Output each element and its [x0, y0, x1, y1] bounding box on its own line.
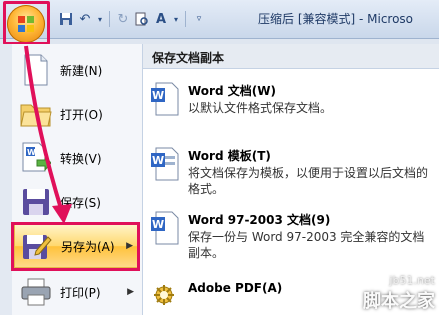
- save-copy-title: 保存文档副本: [152, 51, 225, 65]
- word-template-icon: W: [151, 147, 179, 181]
- toolbar-separator: [185, 11, 186, 27]
- dropdown-icon[interactable]: ▾: [96, 11, 104, 27]
- customize-icon[interactable]: ▾: [172, 11, 180, 27]
- save-icon[interactable]: [58, 11, 74, 27]
- option-description: 保存一份与 Word 97-2003 完全兼容的文档副本。: [188, 230, 425, 260]
- option-word-template[interactable]: W Word 模板(T) 将文档保存为模板，以便用于设置以后文档的格式。: [150, 147, 439, 199]
- option-title: Word 文档(W): [188, 84, 276, 98]
- option-description: 将文档保存为模板，以便用于设置以后文档的格式。: [188, 166, 429, 196]
- svg-text:W: W: [152, 154, 164, 167]
- menu-item-open[interactable]: 打开(O): [14, 92, 140, 136]
- convert-icon: W: [18, 140, 54, 176]
- word-doc-icon: W: [151, 82, 179, 116]
- svg-text:W: W: [152, 89, 164, 102]
- option-title: Word 97-2003 文档(9): [188, 213, 331, 227]
- save-copy-header: 保存文档副本: [143, 44, 439, 69]
- window-title: 压缩后 [兼容模式] - Microso: [258, 12, 414, 26]
- print-preview-icon[interactable]: [134, 11, 150, 27]
- text-format-icon[interactable]: A: [153, 11, 169, 27]
- option-word-97-2003[interactable]: W Word 97-2003 文档(9) 保存一份与 Word 97-2003 …: [150, 211, 439, 263]
- qat-more-icon[interactable]: ▿: [191, 11, 207, 27]
- svg-text:W: W: [152, 218, 164, 231]
- quick-access-toolbar: ↶ ▾ ↻ A ▾ ▿: [58, 9, 207, 29]
- watermark: jb51.net 脚本之家: [363, 274, 435, 313]
- option-word-document[interactable]: W Word 文档(W) 以默认文件格式保存文档。: [150, 82, 439, 126]
- toolbar-separator: [109, 11, 110, 27]
- menu-item-label: 打印(P): [60, 285, 101, 300]
- option-title: Adobe PDF(A): [188, 281, 283, 295]
- menu-item-new[interactable]: 新建(N): [14, 48, 140, 92]
- word-97-icon: W: [151, 211, 179, 245]
- menu-item-label: 新建(N): [60, 63, 103, 78]
- new-document-icon: [18, 52, 54, 88]
- option-title: Word 模板(T): [188, 149, 271, 163]
- office-button-highlight: [3, 1, 50, 45]
- watermark-brand: 脚本之家: [363, 291, 435, 312]
- svg-text:W: W: [27, 148, 36, 157]
- title-bar: ↶ ▾ ↻ A ▾ ▿ 压缩后 [兼容模式] - Microso: [0, 0, 439, 43]
- submenu-arrow-icon: ▶: [127, 287, 134, 297]
- menu-item-print[interactable]: 打印(P) ▶: [14, 270, 140, 314]
- watermark-url: jb51.net: [389, 274, 435, 287]
- save-icon: [18, 184, 54, 220]
- adobe-pdf-icon: [154, 285, 174, 305]
- open-folder-icon: [18, 96, 54, 132]
- undo-icon[interactable]: ↶: [77, 11, 93, 27]
- redo-icon[interactable]: ↻: [115, 11, 131, 27]
- menu-item-label: 打开(O): [60, 107, 103, 122]
- option-description: 以默认文件格式保存文档。: [188, 101, 333, 115]
- menu-left-strip: [0, 44, 12, 315]
- save-as-highlight: [11, 222, 140, 271]
- menu-item-convert[interactable]: W 转换(V): [14, 136, 140, 180]
- print-icon: [18, 274, 54, 310]
- menu-item-save[interactable]: 保存(S): [14, 180, 140, 224]
- menu-item-label: 保存(S): [60, 195, 101, 210]
- menu-item-label: 转换(V): [60, 151, 102, 166]
